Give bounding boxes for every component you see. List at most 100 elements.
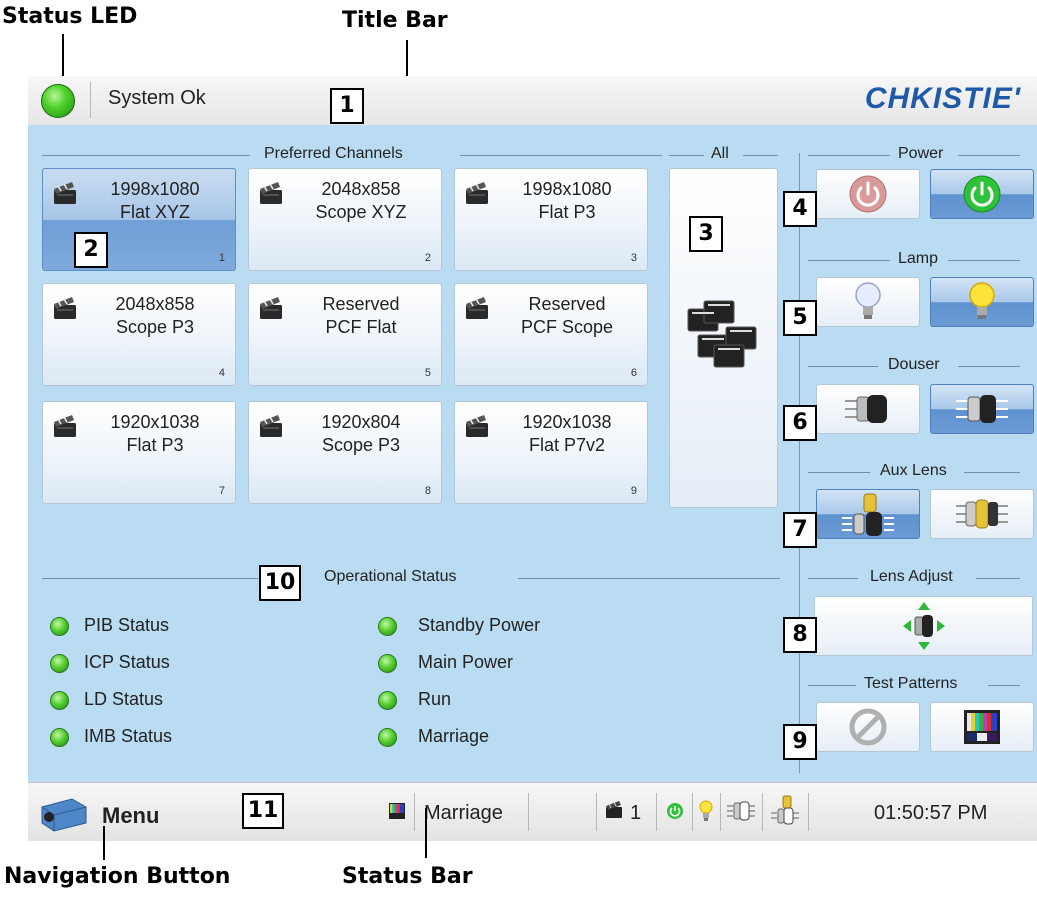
vertical-divider bbox=[799, 153, 800, 773]
status-led bbox=[378, 728, 397, 747]
divider bbox=[596, 793, 597, 831]
douser-title: Douser bbox=[888, 356, 940, 373]
operational-status-header: Operational Status bbox=[42, 568, 787, 588]
channel-format: Flat P3 bbox=[538, 202, 596, 222]
channel-button-6[interactable]: Reserved PCF Scope 6 bbox=[454, 283, 648, 386]
status-channel-number: 1 bbox=[630, 802, 642, 824]
channel-format: Scope XYZ bbox=[315, 202, 407, 222]
status-led bbox=[378, 691, 397, 710]
clapperboard-icon bbox=[52, 179, 80, 211]
divider bbox=[808, 793, 809, 831]
power-off-button[interactable] bbox=[816, 169, 920, 219]
lens-adjust-header: Lens Adjust bbox=[808, 568, 1037, 588]
operational-status-label: ICP Status bbox=[84, 652, 170, 672]
channel-resolution: Reserved bbox=[528, 294, 606, 314]
power-off-icon bbox=[849, 175, 887, 213]
clapperboards-icon bbox=[687, 300, 757, 368]
operational-status-label: Standby Power bbox=[418, 615, 541, 635]
channel-number: 4 bbox=[218, 367, 225, 379]
callout-badge-6: 6 bbox=[783, 405, 817, 441]
channel-format: Flat P3 bbox=[126, 435, 184, 455]
system-status-text: System Ok bbox=[108, 87, 206, 109]
test-pattern-button[interactable] bbox=[930, 702, 1034, 752]
operational-status-label: IMB Status bbox=[84, 726, 173, 746]
aux-lens-in-button[interactable] bbox=[816, 489, 920, 539]
status-led bbox=[41, 84, 75, 118]
all-header: All bbox=[669, 145, 784, 165]
channel-format: Flat P7v2 bbox=[528, 435, 606, 455]
channel-resolution: 1920x1038 bbox=[522, 412, 612, 432]
title-bar: System Ok CHKISTIE' bbox=[28, 76, 1037, 126]
douser-closed-button[interactable] bbox=[816, 384, 920, 434]
lamp-on-button[interactable] bbox=[930, 277, 1034, 327]
channel-format: Scope P3 bbox=[321, 435, 401, 455]
lamp-header: Lamp bbox=[808, 250, 1037, 270]
callout-badge-4: 4 bbox=[783, 191, 817, 227]
test-pattern-off-button[interactable] bbox=[816, 702, 920, 752]
channel-button-5[interactable]: Reserved PCF Flat 5 bbox=[248, 283, 442, 386]
channel-button-9[interactable]: 1920x1038 Flat P7v2 9 bbox=[454, 401, 648, 504]
channel-clapper-icon bbox=[606, 801, 622, 818]
projector-icon bbox=[41, 798, 87, 832]
lens-adjust-button[interactable] bbox=[814, 596, 1033, 656]
channel-format: Scope P3 bbox=[115, 317, 195, 337]
channel-number: 8 bbox=[424, 485, 431, 497]
clapperboard-icon bbox=[464, 412, 492, 444]
channel-number: 5 bbox=[424, 367, 431, 379]
callout-badge-7: 7 bbox=[783, 512, 817, 548]
lamp-on-icon bbox=[969, 282, 995, 319]
clapperboard-icon bbox=[258, 179, 286, 211]
douser-open-button[interactable] bbox=[930, 384, 1034, 434]
power-on-icon bbox=[963, 175, 1001, 213]
preferred-channels-title: Preferred Channels bbox=[264, 145, 403, 162]
status-clock: 01:50:57 PM bbox=[874, 802, 988, 824]
channel-button-4[interactable]: 2048x858 Scope P3 4 bbox=[42, 283, 236, 386]
operational-status-title: Operational Status bbox=[324, 568, 457, 585]
callout-badge-1: 1 bbox=[330, 88, 364, 124]
lens-adjust-title: Lens Adjust bbox=[870, 568, 953, 585]
power-status-icon bbox=[667, 803, 683, 819]
callout-navigation-button: Navigation Button bbox=[4, 864, 231, 889]
channel-resolution: 2048x858 bbox=[321, 179, 401, 199]
aux-lens-status-icon bbox=[771, 795, 799, 825]
channel-number: 6 bbox=[630, 367, 637, 379]
callout-badge-2: 2 bbox=[74, 232, 108, 268]
channel-number: 1 bbox=[218, 252, 225, 264]
divider bbox=[656, 793, 657, 831]
lamp-off-icon bbox=[855, 282, 881, 319]
divider bbox=[762, 793, 763, 831]
divider bbox=[528, 793, 529, 831]
status-led bbox=[50, 691, 69, 710]
lamp-status-icon bbox=[699, 800, 713, 821]
channel-button-7[interactable]: 1920x1038 Flat P3 7 bbox=[42, 401, 236, 504]
status-marriage-text: Marriage bbox=[424, 802, 503, 824]
divider bbox=[414, 793, 415, 831]
lamp-off-button[interactable] bbox=[816, 277, 920, 327]
menu-button[interactable]: Menu bbox=[34, 787, 204, 837]
channel-resolution: 1998x1080 bbox=[110, 179, 200, 199]
all-channels-button[interactable] bbox=[669, 168, 778, 508]
test-pattern-status-icon bbox=[389, 803, 405, 819]
aux-lens-in-icon bbox=[842, 493, 894, 536]
all-title: All bbox=[711, 145, 729, 162]
clapperboard-icon bbox=[258, 294, 286, 326]
operational-status-label: Run bbox=[418, 689, 452, 709]
aux-lens-header: Aux Lens bbox=[808, 462, 1037, 482]
channel-button-3[interactable]: 1998x1080 Flat P3 3 bbox=[454, 168, 648, 271]
test-patterns-header: Test Patterns bbox=[808, 675, 1037, 695]
clapperboard-icon bbox=[52, 412, 80, 444]
menu-label: Menu bbox=[102, 803, 160, 828]
lens-adjust-icon bbox=[903, 602, 945, 650]
channel-button-8[interactable]: 1920x804 Scope P3 8 bbox=[248, 401, 442, 504]
channel-number: 9 bbox=[630, 485, 637, 497]
callout-badge-10: 10 bbox=[259, 565, 301, 601]
channel-button-1[interactable]: 1998x1080 Flat XYZ 1 bbox=[42, 168, 236, 271]
divider bbox=[720, 793, 721, 831]
divider bbox=[692, 793, 693, 831]
aux-lens-out-button[interactable] bbox=[930, 489, 1034, 539]
channel-button-2[interactable]: 2048x858 Scope XYZ 2 bbox=[248, 168, 442, 271]
main-panel: Preferred Channels All 1998x1080 Flat XYZ… bbox=[28, 125, 1037, 782]
power-on-button[interactable] bbox=[930, 169, 1034, 219]
status-led bbox=[378, 654, 397, 673]
channel-resolution: 1998x1080 bbox=[522, 179, 612, 199]
